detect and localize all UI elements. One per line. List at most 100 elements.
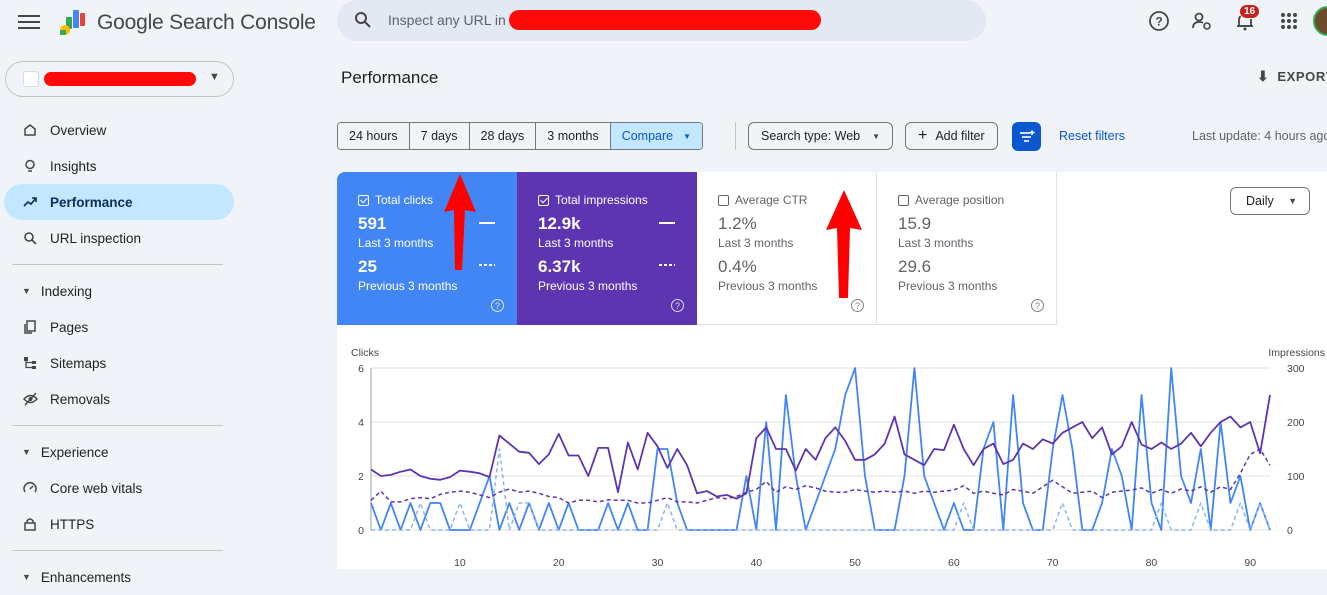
metric-prev-value: 29.6 bbox=[898, 257, 932, 276]
x-tick-label: 30 bbox=[652, 557, 664, 569]
range-compare-label: Compare bbox=[621, 129, 674, 143]
sidebar-section-experience[interactable]: ▼ Experience bbox=[0, 434, 236, 470]
sidebar-section-label: Enhancements bbox=[40, 569, 131, 585]
filter-separator bbox=[735, 122, 736, 150]
x-tick-label: 60 bbox=[948, 557, 960, 569]
download-icon: ⬇ bbox=[1257, 68, 1270, 84]
metric-period: Last 3 months bbox=[538, 236, 614, 250]
x-tick-label: 70 bbox=[1047, 557, 1059, 569]
range-28-days[interactable]: 28 days bbox=[469, 123, 537, 149]
metric-label: Average position bbox=[915, 193, 1005, 207]
granularity-value: Daily bbox=[1246, 194, 1274, 208]
add-filter-button[interactable]: + Add filter bbox=[905, 122, 998, 150]
user-settings-icon[interactable] bbox=[1191, 10, 1213, 32]
reset-filters-link[interactable]: Reset filters bbox=[1059, 129, 1125, 143]
sidebar-item-label: Overview bbox=[50, 122, 107, 138]
checkbox-checked-icon[interactable] bbox=[538, 194, 549, 206]
x-tick-label: 40 bbox=[750, 557, 762, 569]
range-compare[interactable]: Compare ▼ bbox=[610, 123, 703, 149]
sidebar-section-enhancements[interactable]: ▼ Enhancements bbox=[0, 559, 236, 595]
date-range-group: 24 hours 7 days 28 days 3 months Compare… bbox=[337, 122, 704, 150]
metric-card-clicks[interactable]: Total clicks 591 Last 3 months 25 Previo… bbox=[337, 172, 517, 325]
range-7-days[interactable]: 7 days bbox=[409, 123, 470, 149]
sidebar-item-overview[interactable]: Overview bbox=[0, 112, 234, 148]
sidebar-item-label: URL inspection bbox=[50, 230, 142, 246]
checkbox-unchecked-icon[interactable] bbox=[898, 194, 909, 206]
y-tick-label-right: 100 bbox=[1287, 471, 1305, 483]
chevron-down-icon: ▼ bbox=[1288, 196, 1297, 206]
range-3-months[interactable]: 3 months bbox=[536, 123, 611, 149]
metric-period: Last 3 months bbox=[898, 236, 974, 250]
sidebar-item-removals[interactable]: Removals bbox=[0, 381, 234, 417]
collapse-triangle-icon: ▼ bbox=[22, 572, 31, 582]
chevron-down-icon: ▼ bbox=[683, 131, 692, 141]
metric-label: Total clicks bbox=[375, 193, 434, 207]
metric-card-position[interactable]: Average position 15.9 Last 3 months 29.6… bbox=[877, 172, 1057, 325]
export-button[interactable]: ⬇ EXPORT bbox=[1257, 68, 1327, 85]
chevron-down-icon: ▼ bbox=[872, 131, 881, 141]
sidebar-item-insights[interactable]: Insights bbox=[0, 148, 234, 184]
home-icon bbox=[22, 122, 38, 138]
apps-grid-icon[interactable] bbox=[1278, 10, 1300, 32]
performance-chart: Clicks Impressions0246010020030010 20 30 40 5… bbox=[351, 347, 1325, 569]
metric-prev-value: 6.37k bbox=[538, 257, 581, 276]
granularity-select[interactable]: Daily ▼ bbox=[1230, 187, 1310, 215]
notification-badge: 16 bbox=[1239, 4, 1261, 19]
help-icon[interactable]: ? bbox=[851, 299, 864, 312]
menu-icon[interactable] bbox=[18, 12, 40, 32]
property-selector[interactable]: ▼ bbox=[5, 61, 234, 97]
metric-card-impressions[interactable]: Total impressions 12.9k Last 3 months 6.… bbox=[517, 172, 697, 325]
legend-solid-line-icon bbox=[659, 222, 675, 224]
help-icon[interactable]: ? bbox=[1148, 10, 1170, 32]
speed-gauge-icon bbox=[22, 480, 38, 496]
sidebar-item-sitemaps[interactable]: Sitemaps bbox=[0, 345, 234, 381]
top-bar: Google Search Console Inspect any URL in… bbox=[0, 0, 1327, 46]
sidebar-item-core-web-vitals[interactable]: Core web vitals bbox=[0, 470, 234, 506]
app-brand: Google Search Console bbox=[97, 11, 316, 34]
avatar[interactable] bbox=[1313, 6, 1327, 36]
sidebar-divider bbox=[12, 264, 223, 265]
legend-dashed-line-icon bbox=[479, 264, 495, 266]
trending-up-icon bbox=[22, 194, 38, 210]
collapse-triangle-icon: ▼ bbox=[22, 286, 31, 296]
visibility-off-icon bbox=[22, 391, 38, 407]
sidebar-item-url-inspection[interactable]: URL inspection bbox=[0, 220, 234, 256]
x-tick-label: 80 bbox=[1146, 557, 1158, 569]
y-tick-label-right: 200 bbox=[1287, 417, 1305, 429]
metric-prev-period: Previous 3 months bbox=[358, 279, 458, 293]
pages-icon bbox=[22, 319, 38, 335]
sidebar-divider bbox=[12, 550, 223, 551]
checkbox-checked-icon[interactable] bbox=[358, 194, 369, 206]
metric-prev-period: Previous 3 months bbox=[538, 279, 638, 293]
sidebar-item-label: HTTPS bbox=[50, 516, 95, 532]
help-icon[interactable]: ? bbox=[1031, 299, 1044, 312]
search-type-chip[interactable]: Search type: Web ▼ bbox=[748, 122, 894, 150]
help-icon[interactable]: ? bbox=[671, 299, 684, 312]
export-label: EXPORT bbox=[1277, 69, 1327, 84]
sidebar-item-label: Pages bbox=[50, 319, 89, 335]
range-24-hours[interactable]: 24 hours bbox=[338, 123, 410, 149]
y-tick-label-left: 6 bbox=[358, 363, 364, 375]
last-update-text: Last update: 4 hours ago bbox=[1192, 129, 1327, 143]
metric-value: 15.9 bbox=[898, 214, 932, 233]
y-tick-label-left: 4 bbox=[358, 417, 364, 429]
checkbox-unchecked-icon[interactable] bbox=[718, 194, 729, 206]
filter-options-button[interactable] bbox=[1012, 122, 1041, 151]
metric-period: Last 3 months bbox=[358, 236, 434, 250]
url-inspect-search[interactable]: Inspect any URL in bbox=[337, 0, 986, 41]
sidebar-item-pages[interactable]: Pages bbox=[0, 309, 234, 345]
legend-dashed-line-icon bbox=[659, 264, 675, 266]
help-icon[interactable]: ? bbox=[491, 299, 504, 312]
sidebar-item-performance[interactable]: Performance bbox=[4, 184, 234, 220]
annotation-arrow bbox=[444, 174, 476, 270]
chevron-down-icon: ▼ bbox=[209, 71, 220, 83]
property-favicon-icon bbox=[23, 71, 39, 87]
sidebar-item-https[interactable]: HTTPS bbox=[0, 506, 234, 542]
sidebar-section-indexing[interactable]: ▼ Indexing bbox=[0, 273, 236, 309]
sidebar-item-label: Removals bbox=[50, 391, 111, 407]
lightbulb-icon bbox=[22, 158, 38, 174]
add-filter-label: Add filter bbox=[935, 129, 985, 143]
filter-list-icon bbox=[1019, 130, 1034, 142]
x-tick-label: 90 bbox=[1244, 557, 1256, 569]
sitemap-icon bbox=[22, 355, 38, 371]
